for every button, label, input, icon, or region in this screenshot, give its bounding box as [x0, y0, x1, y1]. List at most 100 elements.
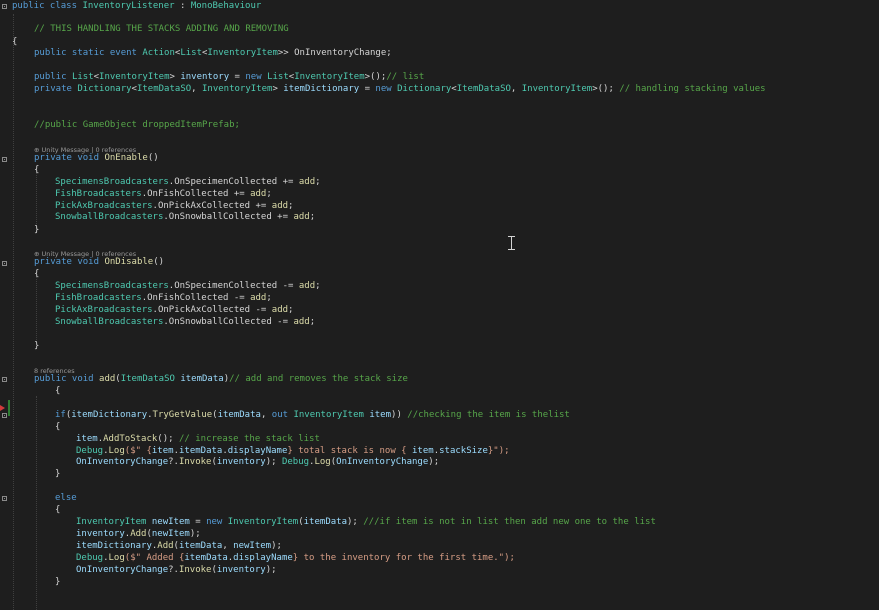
code-token: ?. [168, 565, 179, 575]
code-line: if(itemDictionary.TryGetValue(itemData, … [55, 410, 570, 421]
code-token: public class [12, 1, 83, 11]
code-token: = [359, 84, 376, 94]
code-token: ?. [168, 457, 179, 467]
code-token: AddToStack [103, 434, 158, 444]
code-token: SpecimensBroadcasters [55, 281, 169, 291]
code-token: // handling stacking values [619, 84, 766, 94]
fold-toggle-icon[interactable] [2, 377, 7, 382]
code-token: () [147, 153, 159, 163]
code-token: // THIS HANDLING THE STACKS ADDING AND R… [34, 24, 289, 34]
code-token: ; [309, 212, 316, 222]
code-token: ItemDataSO [456, 84, 511, 94]
code-line: { [55, 422, 60, 433]
code-token: , [510, 84, 522, 94]
code-token: ); [189, 529, 201, 539]
breakpoint-arrow-icon [0, 405, 5, 411]
code-token: OnSpecimenCollected [174, 281, 278, 291]
code-token: = [189, 517, 207, 527]
indent-guide [36, 276, 37, 340]
code-token: itemDictionary [76, 541, 152, 551]
code-token: InventoryItem [227, 517, 299, 527]
code-token: ); [347, 517, 364, 527]
code-token: ); [428, 457, 440, 467]
code-token: itemDictionary [71, 410, 148, 420]
code-token: //checking the item is thelist [407, 410, 570, 420]
code-token: add [271, 201, 289, 211]
code-line: OnInventoryChange?.Invoke(inventory); De… [76, 457, 439, 468]
fold-toggle-icon[interactable] [2, 261, 7, 266]
code-line: } [55, 469, 60, 480]
code-token: if [55, 410, 66, 420]
code-token: Debug [76, 446, 104, 456]
code-token: (); [157, 434, 179, 444]
code-token: -= [228, 293, 251, 303]
code-line: private void OnEnable() [34, 153, 159, 164]
code-token: ); [265, 457, 282, 467]
code-token: Log [314, 457, 331, 467]
code-token: InventoryItem [207, 48, 278, 58]
code-token: ItemDataSO [136, 84, 192, 94]
fold-toggle-icon[interactable] [2, 413, 7, 418]
code-token: Log [108, 446, 125, 456]
code-token: add [293, 317, 310, 327]
code-token: InventoryItem [293, 410, 364, 420]
code-token: Add [130, 529, 147, 539]
text-cursor-icon [508, 236, 515, 250]
code-token: { [55, 386, 61, 396]
code-token: add [298, 281, 316, 291]
code-line: //public GameObject droppedItemPrefab; [34, 120, 240, 131]
code-token: InventoryItem [521, 84, 593, 94]
code-token: = [229, 72, 246, 82]
code-token: ; [288, 201, 294, 211]
code-token: InventoryItem [99, 72, 170, 82]
code-token: public void [34, 374, 100, 384]
indent-guide [13, 14, 14, 610]
code-line: public List<InventoryItem> inventory = n… [34, 72, 424, 83]
code-token: displayName [233, 553, 293, 563]
code-token: add [250, 189, 267, 199]
code-token: add [250, 293, 267, 303]
code-token: List [180, 48, 202, 58]
code-token: Debug [281, 457, 310, 467]
indent-guide [36, 172, 37, 232]
code-token: ; [309, 317, 316, 327]
fold-toggle-icon[interactable] [2, 157, 7, 162]
code-token: inventory [180, 72, 230, 82]
code-token: itemData [184, 553, 228, 563]
code-line: SpecimensBroadcasters.OnSpecimenCollecte… [55, 281, 321, 292]
code-token: newItem [151, 529, 190, 539]
code-token: OnInventoryChange [76, 565, 169, 575]
code-token: > [169, 72, 181, 82]
indent-guide [36, 396, 37, 610]
code-token: itemData [178, 541, 223, 551]
code-token: ; [266, 293, 272, 303]
code-token: { [12, 37, 18, 47]
code-token: PickAxBroadcasters [55, 305, 153, 315]
code-token: item [412, 446, 434, 456]
fold-toggle-icon[interactable] [2, 4, 7, 9]
code-token: ItemDataSO [120, 374, 175, 384]
code-token: add [293, 212, 310, 222]
code-token: inventory [216, 457, 266, 467]
code-line: FishBroadcasters.OnFishCollected -= add; [55, 293, 272, 304]
code-token: Invoke [178, 565, 212, 575]
code-token: -= [271, 317, 294, 327]
code-line: public static event Action<List<Inventor… [34, 48, 392, 59]
code-token: FishBroadcasters [55, 293, 142, 303]
fold-toggle-icon[interactable] [2, 496, 7, 501]
editor-gutter [0, 0, 10, 610]
code-token: //public GameObject droppedItemPrefab; [34, 120, 240, 130]
code-line: { [34, 269, 39, 280]
code-token: += [250, 201, 272, 211]
code-token: // increase the stack list [178, 434, 320, 444]
code-token: OnInventoryChange [294, 48, 387, 58]
code-token: OnInventoryChange [336, 457, 429, 467]
code-token: } total stack is now { [287, 446, 412, 456]
change-marker [8, 400, 10, 416]
code-token: item [151, 446, 174, 456]
code-line: OnInventoryChange?.Invoke(inventory); [76, 565, 277, 576]
code-token: ///if item is not in list then add new o… [363, 517, 656, 527]
code-token: += [228, 189, 251, 199]
code-token: add [99, 374, 116, 384]
code-token: , [260, 410, 272, 420]
